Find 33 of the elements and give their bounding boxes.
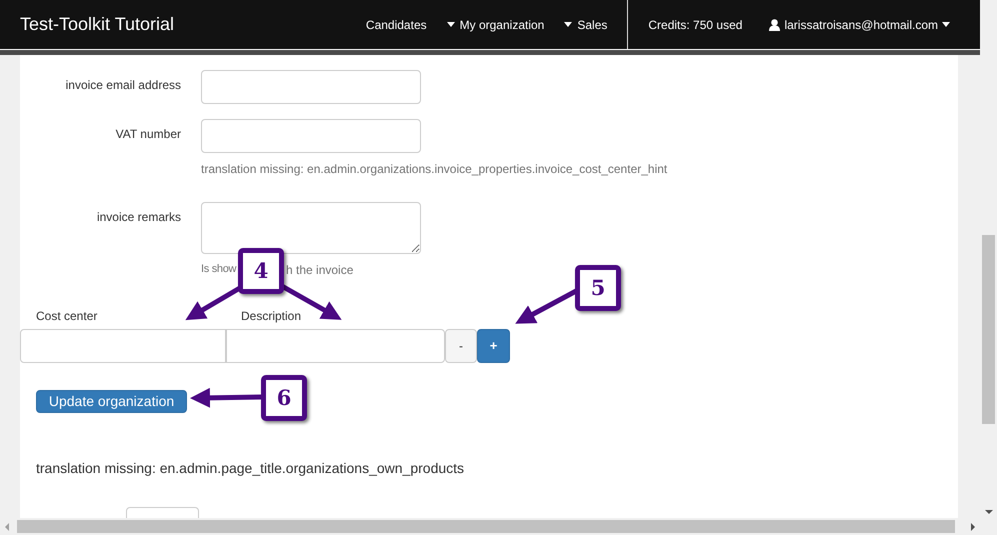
remarks-field[interactable] — [201, 202, 421, 254]
help-text: translation missing: en.admin.organizations.invoice_properties.invoice_cost_center_hint — [201, 161, 668, 178]
scroll-right-icon[interactable] — [971, 522, 975, 530]
scrollbar-thumb[interactable] — [17, 520, 955, 533]
help-text: h the invoice — [286, 262, 354, 279]
section-heading: translation missing: en.admin.page_title.organizations_own_products — [36, 459, 466, 478]
field-label: Cost center — [36, 308, 98, 325]
nav-link[interactable]: Candidates — [356, 16, 437, 34]
field-label: VAT number — [114, 126, 181, 143]
brand-title[interactable]: Test-Toolkit Tutorial — [20, 11, 174, 38]
remove-button[interactable]: - — [445, 329, 477, 363]
add-button[interactable]: + — [477, 329, 510, 363]
input-field[interactable] — [201, 70, 421, 104]
user-icon — [769, 18, 780, 30]
update-organization-button[interactable]: Update organization — [36, 390, 187, 413]
scroll-left-icon[interactable] — [5, 522, 9, 530]
nav-link[interactable]: Sales — [554, 16, 618, 34]
callout-badge: 6 — [261, 375, 307, 421]
scrollbar-thumb[interactable] — [982, 235, 995, 424]
callout-badge: 4 — [238, 248, 284, 294]
nav-link[interactable]: My organization — [436, 16, 554, 34]
scroll-down-icon[interactable] — [984, 510, 992, 514]
field-label: Description — [241, 308, 302, 325]
caret-icon — [942, 22, 950, 27]
input-field[interactable] — [201, 119, 421, 153]
callout-badge: 5 — [575, 265, 621, 311]
description-field[interactable] — [226, 329, 445, 363]
help-text: Is show — [201, 262, 236, 277]
cost-center-field[interactable] — [20, 329, 226, 363]
user-menu[interactable]: larissatroisans@hotmail.com — [769, 16, 950, 34]
field-label: invoice email address — [64, 77, 181, 94]
credits-text: Credits: 750 used — [647, 16, 744, 34]
field-label: invoice remarks — [96, 209, 181, 226]
